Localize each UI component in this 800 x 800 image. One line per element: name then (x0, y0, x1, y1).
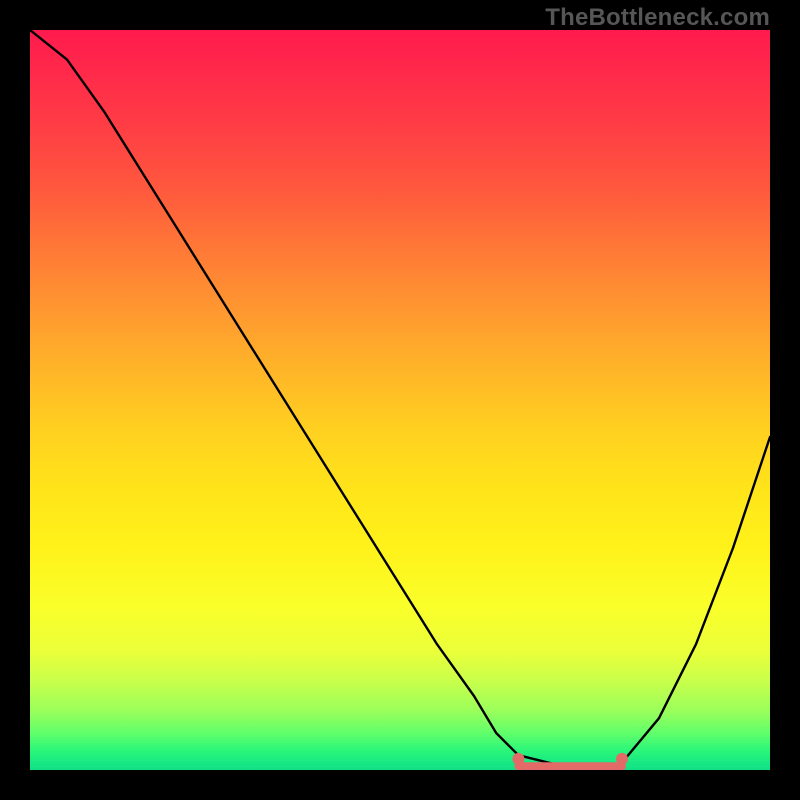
chart-frame: TheBottleneck.com (0, 0, 800, 800)
bottleneck-curve (30, 30, 770, 770)
flat-end-marker (616, 753, 628, 765)
plot-area (30, 30, 770, 770)
curve-svg (30, 30, 770, 770)
flat-start-marker (512, 753, 524, 765)
watermark-text: TheBottleneck.com (545, 4, 770, 32)
